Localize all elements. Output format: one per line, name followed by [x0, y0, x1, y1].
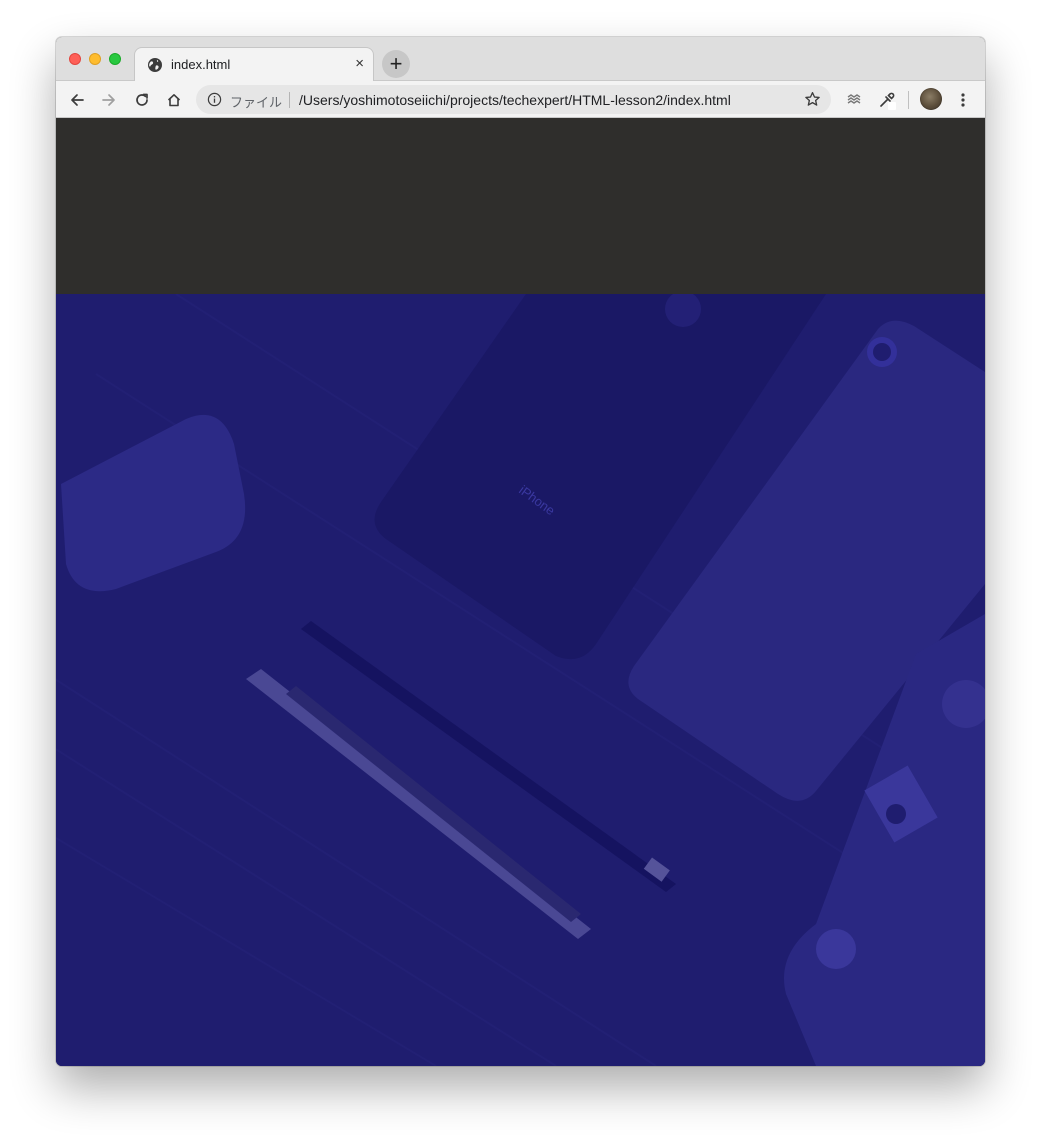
home-icon[interactable]: [164, 90, 184, 110]
hero-background-image: iPhone: [56, 294, 985, 1066]
kebab-menu-icon[interactable]: [953, 90, 973, 110]
window-minimize-button[interactable]: [89, 53, 101, 65]
tab-title: index.html: [171, 57, 231, 72]
extension-icon[interactable]: [844, 90, 864, 110]
address-separator: [289, 92, 290, 108]
tab-close-icon[interactable]: ×: [355, 55, 364, 73]
browser-window: index.html × + ファイル /Users/yoshimotoseii…: [56, 37, 985, 1066]
star-icon[interactable]: [803, 90, 822, 109]
info-icon[interactable]: [207, 92, 222, 107]
window-close-button[interactable]: [69, 53, 81, 65]
back-arrow-icon[interactable]: [67, 90, 87, 110]
window-maximize-button[interactable]: [109, 53, 121, 65]
profile-avatar[interactable]: [920, 88, 942, 110]
page-viewport: iPhone: [56, 118, 985, 1066]
browser-tab[interactable]: index.html ×: [134, 47, 374, 82]
url-text[interactable]: /Users/yoshimotoseiichi/projects/techexp…: [299, 92, 731, 108]
address-bar[interactable]: ファイル /Users/yoshimotoseiichi/projects/te…: [196, 85, 831, 114]
reload-icon[interactable]: [132, 90, 152, 110]
page-header: [56, 118, 985, 294]
hero-section: iPhone: [56, 294, 985, 1066]
scheme-label: ファイル: [230, 95, 283, 110]
forward-arrow-icon[interactable]: [99, 90, 119, 110]
tab-strip: index.html × +: [56, 37, 985, 82]
toolbar-divider: [908, 91, 909, 109]
eyedropper-icon[interactable]: [877, 90, 897, 110]
new-tab-button[interactable]: +: [382, 50, 410, 78]
globe-icon: [148, 58, 162, 72]
browser-toolbar: ファイル /Users/yoshimotoseiichi/projects/te…: [56, 81, 985, 118]
